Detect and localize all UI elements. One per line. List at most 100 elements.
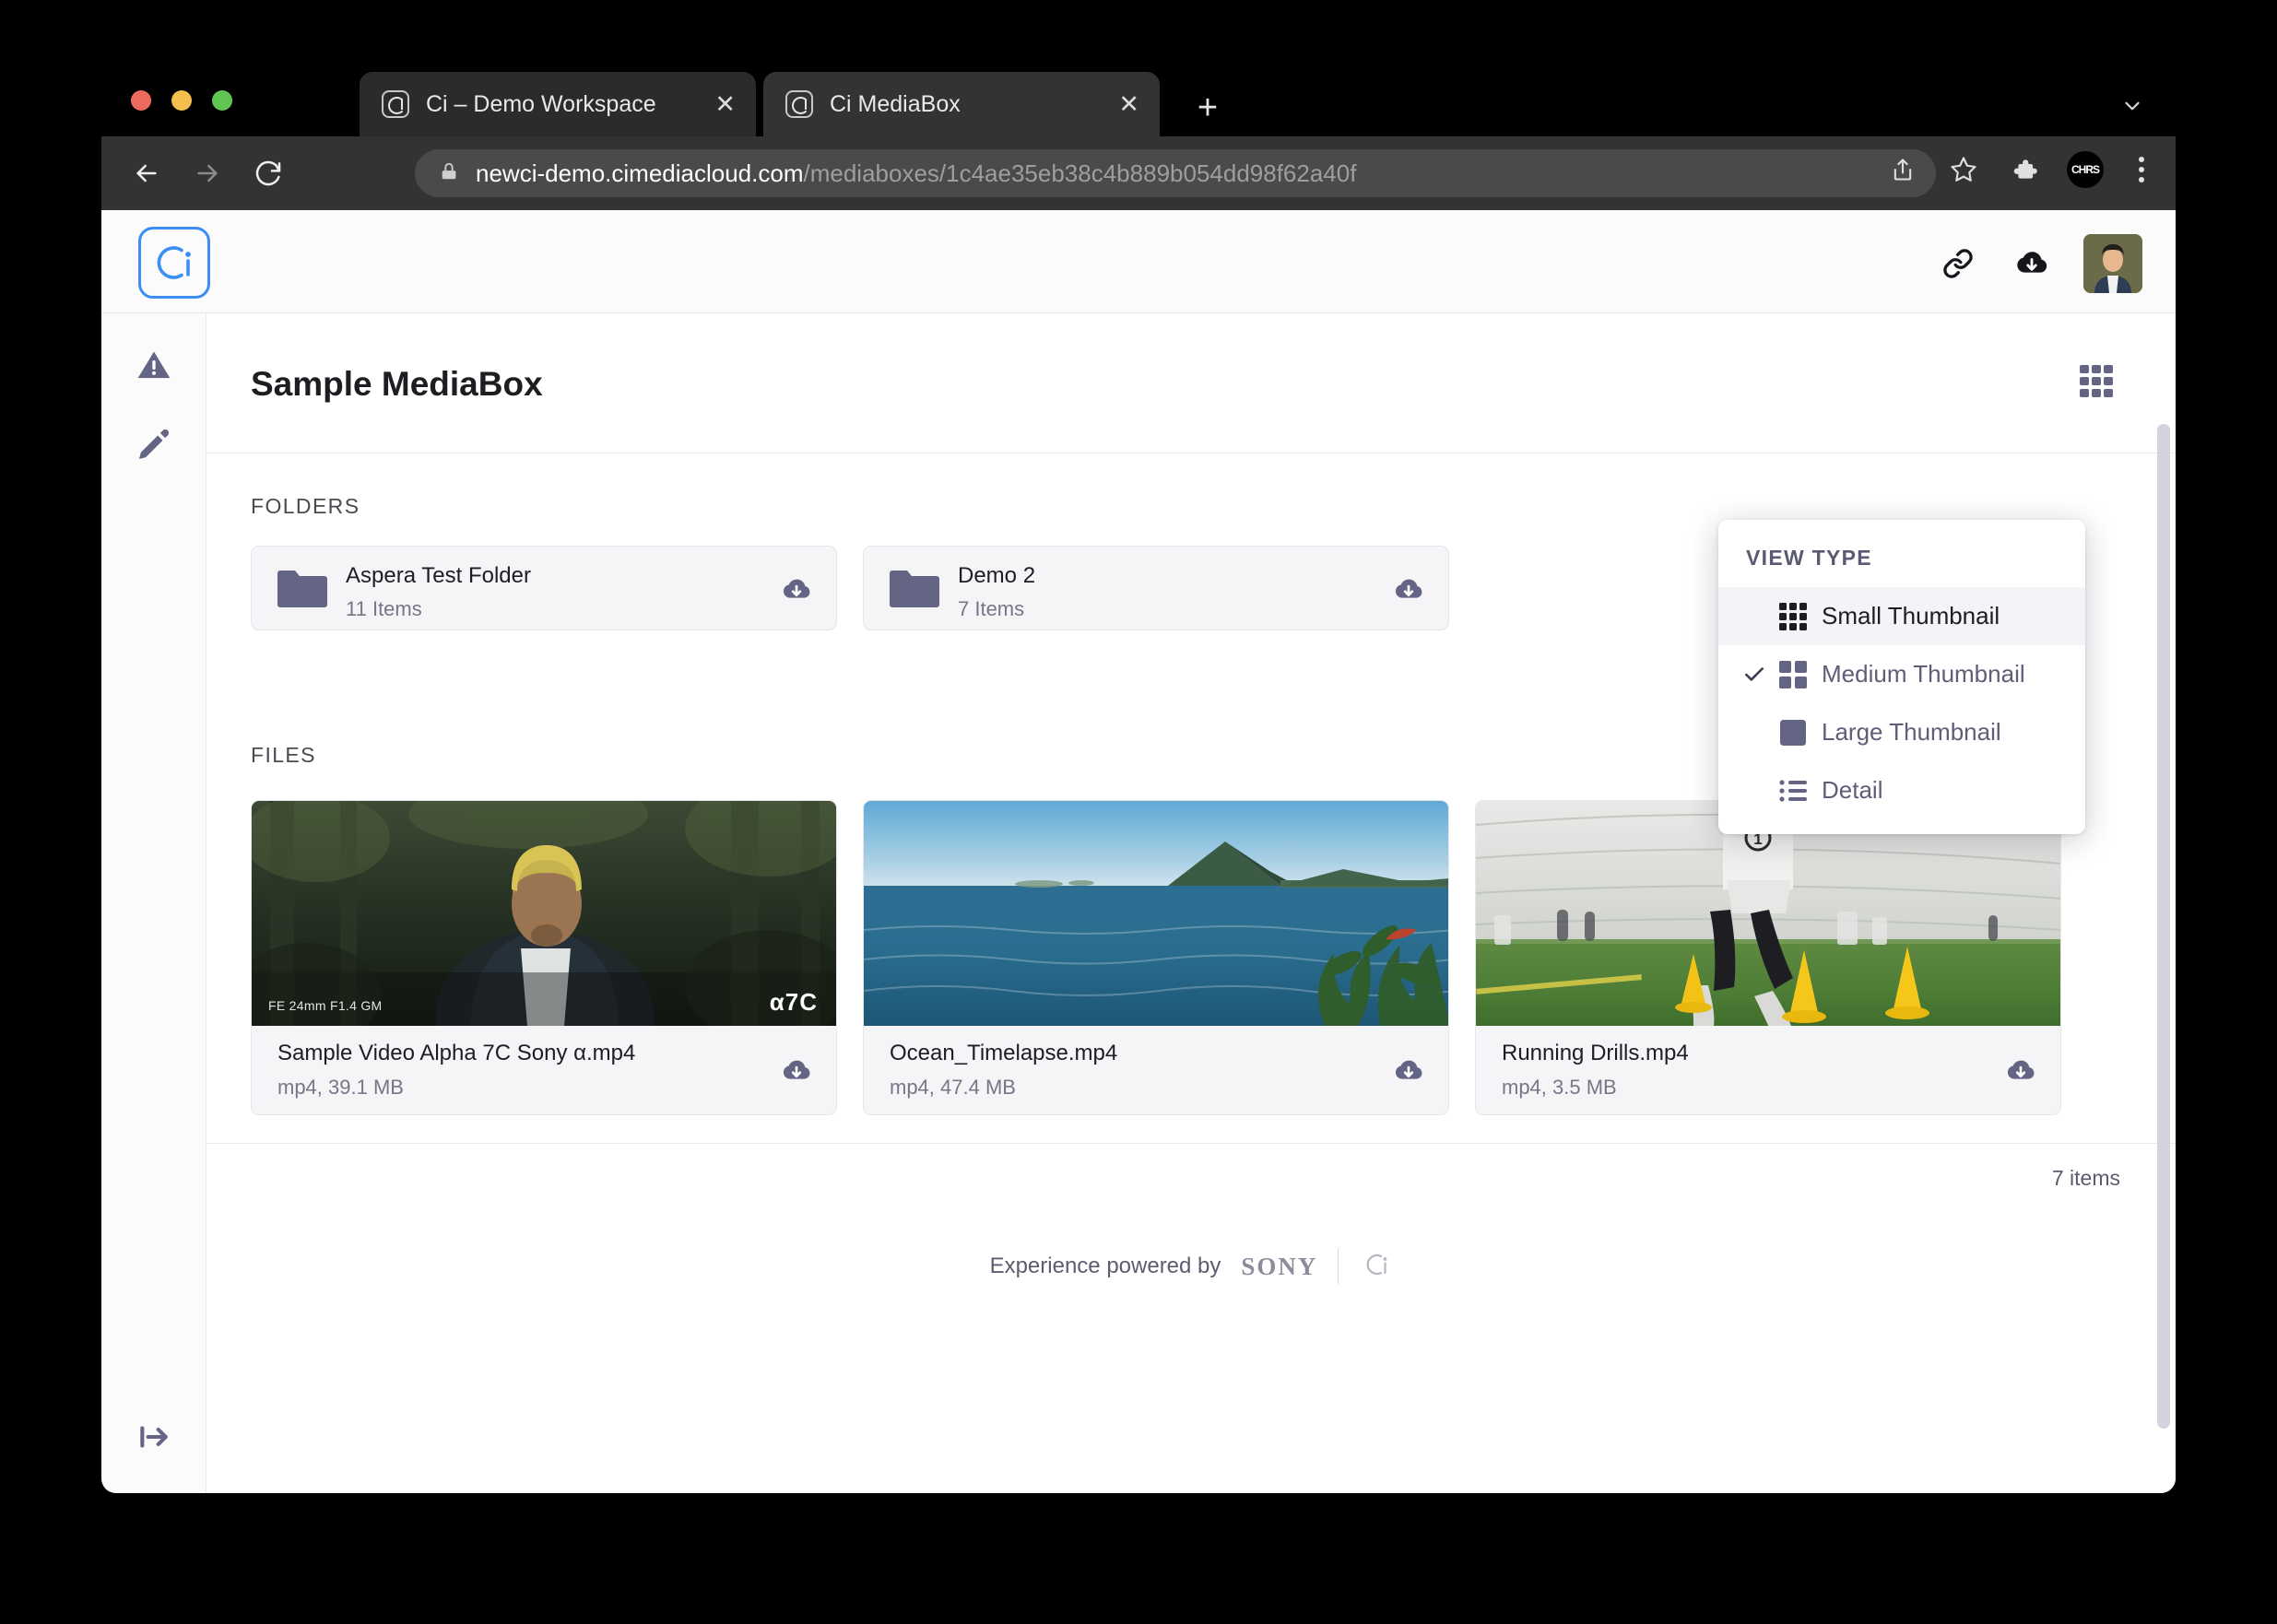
share-icon[interactable] (1884, 151, 1921, 188)
file-name: Sample Video Alpha 7C Sony α.mp4 (277, 1041, 636, 1065)
view-type-option-detail[interactable]: Detail (1718, 761, 2085, 819)
file-thumbnail[interactable]: FE 24mm F1.4 GM α7C (252, 801, 836, 1026)
warning-icon[interactable] (101, 347, 206, 383)
file-thumbnail[interactable]: 1 (1476, 801, 2060, 1026)
file-card[interactable]: FE 24mm F1.4 GM α7C Sample Video Alpha 7… (251, 800, 837, 1115)
view-type-dropdown: VIEW TYPE Small Thumbnail Medium Thumbna… (1718, 520, 2085, 834)
file-card[interactable]: 1 Running Drills.mp4 mp4, 3.5 MB (1475, 800, 2061, 1115)
new-tab-button[interactable]: + (1189, 90, 1226, 129)
profile-badge[interactable]: CHRS (2067, 151, 2104, 188)
window-traffic-lights (131, 90, 232, 111)
three-dot-menu-icon[interactable] (2128, 157, 2155, 182)
lock-icon (439, 161, 459, 186)
thumbnail-camera-label: α7C (769, 988, 818, 1016)
view-type-option-label: Detail (1822, 776, 1883, 804)
tab-title: Ci – Demo Workspace (426, 90, 656, 117)
view-type-option-small-thumbnail[interactable]: Small Thumbnail (1718, 587, 2085, 645)
browser-tab-ci-mediabox[interactable]: Ci MediaBox ✕ (763, 72, 1160, 136)
folder-icon (277, 569, 327, 614)
files-section-label: FILES (251, 743, 316, 767)
avatar[interactable] (2083, 234, 2142, 293)
download-cloud-icon[interactable] (781, 574, 812, 610)
download-cloud-icon[interactable] (2005, 1055, 2036, 1091)
large-square-icon (1777, 717, 1822, 748)
app-header (101, 210, 2176, 313)
view-type-option-label: Small Thumbnail (1822, 602, 2000, 630)
file-meta: Sample Video Alpha 7C Sony α.mp4 mp4, 39… (252, 1026, 836, 1114)
close-window-button[interactable] (131, 90, 151, 111)
url-path: /mediaboxes/1c4ae35eb38c4b889b054dd98f62… (803, 159, 1357, 187)
puzzle-icon[interactable] (2006, 151, 2043, 188)
download-cloud-icon[interactable] (2010, 241, 2054, 286)
ci-favicon-icon (785, 90, 813, 118)
chevron-down-icon[interactable] (2120, 94, 2144, 118)
folder-item-count: 7 Items (958, 597, 1025, 620)
browser-tab-demo-workspace[interactable]: Ci – Demo Workspace ✕ (360, 72, 756, 136)
ci-favicon-icon (382, 90, 409, 118)
scrollbar-thumb[interactable] (2157, 424, 2170, 1429)
file-card[interactable]: Ocean_Timelapse.mp4 mp4, 47.4 MB (863, 800, 1449, 1115)
browser-window: Ci – Demo Workspace ✕ Ci MediaBox ✕ + ne… (101, 65, 2176, 1493)
reload-icon[interactable] (247, 152, 289, 194)
toolbar-actions: CHRS (1884, 151, 2155, 188)
app-header-actions (1936, 234, 2142, 293)
maximize-window-button[interactable] (212, 90, 232, 111)
view-type-option-large-thumbnail[interactable]: Large Thumbnail (1718, 703, 2085, 761)
star-icon[interactable] (1945, 151, 1982, 188)
folders-section-label: FOLDERS (251, 494, 360, 518)
footer-text: Experience powered by (989, 1253, 1221, 1278)
link-icon[interactable] (1936, 241, 1980, 286)
tab-title: Ci MediaBox (830, 90, 961, 117)
ci-logo[interactable] (138, 227, 210, 299)
content-titlebar: Sample MediaBox (206, 313, 2176, 453)
folder-icon (890, 569, 939, 614)
file-meta: Running Drills.mp4 mp4, 3.5 MB (1476, 1026, 2060, 1114)
folder-card[interactable]: Aspera Test Folder 11 Items (251, 546, 837, 630)
tab-strip: Ci – Demo Workspace ✕ Ci MediaBox ✕ + (101, 65, 2176, 136)
file-name: Running Drills.mp4 (1502, 1041, 1689, 1065)
check-icon (1742, 663, 1777, 687)
grid-view-icon[interactable] (2076, 361, 2120, 406)
download-cloud-icon[interactable] (1393, 574, 1424, 610)
page-title: Sample MediaBox (251, 365, 543, 403)
file-name: Ocean_Timelapse.mp4 (890, 1041, 1118, 1065)
back-arrow-icon[interactable] (125, 152, 168, 194)
left-sidebar (101, 313, 206, 1493)
view-type-heading: VIEW TYPE (1746, 546, 1872, 570)
thumbnail-lens-label: FE 24mm F1.4 GM (268, 998, 383, 1013)
minimize-window-button[interactable] (171, 90, 192, 111)
expand-sidebar-icon[interactable] (101, 1419, 206, 1454)
page-viewport: Sample MediaBox FOLDERS Aspera Test Fold… (101, 210, 2176, 1493)
content-area: Sample MediaBox FOLDERS Aspera Test Fold… (206, 313, 2176, 1493)
close-tab-button[interactable]: ✕ (714, 91, 736, 117)
folder-item-count: 11 Items (346, 597, 422, 620)
item-count-bar: 7 items (206, 1143, 2176, 1211)
view-type-option-label: Medium Thumbnail (1822, 660, 2025, 688)
folder-name: Demo 2 (958, 563, 1036, 588)
ci-logo-small (1359, 1248, 1392, 1286)
edit-pencil-icon[interactable] (101, 426, 206, 463)
sony-wordmark: SONY (1241, 1252, 1318, 1280)
file-format-size: mp4, 39.1 MB (277, 1076, 404, 1099)
file-format-size: mp4, 3.5 MB (1502, 1076, 1617, 1099)
download-cloud-icon[interactable] (781, 1055, 812, 1091)
view-type-option-medium-thumbnail[interactable]: Medium Thumbnail (1718, 645, 2085, 703)
file-thumbnail[interactable] (864, 801, 1448, 1026)
folder-card[interactable]: Demo 2 7 Items (863, 546, 1449, 630)
url-host: newci-demo.cimediacloud.com (476, 159, 804, 187)
app-body: Sample MediaBox FOLDERS Aspera Test Fold… (101, 313, 2176, 1493)
page-footer: Experience powered by SONY (206, 1211, 2176, 1322)
view-type-option-label: Large Thumbnail (1822, 718, 2001, 746)
file-meta: Ocean_Timelapse.mp4 mp4, 47.4 MB (864, 1026, 1448, 1114)
forward-arrow-icon[interactable] (186, 152, 229, 194)
folder-name: Aspera Test Folder (346, 563, 531, 588)
footer-divider (1338, 1249, 1339, 1284)
address-bar[interactable]: newci-demo.cimediacloud.com/mediaboxes/1… (415, 149, 1936, 197)
close-tab-button[interactable]: ✕ (1118, 91, 1139, 117)
download-cloud-icon[interactable] (1393, 1055, 1424, 1091)
item-count: 7 items (2051, 1166, 2120, 1190)
browser-toolbar: newci-demo.cimediacloud.com/mediaboxes/1… (101, 136, 2176, 210)
medium-grid-icon (1777, 659, 1822, 690)
small-grid-icon (1777, 601, 1822, 632)
scrollbar-track[interactable] (2155, 424, 2170, 1484)
